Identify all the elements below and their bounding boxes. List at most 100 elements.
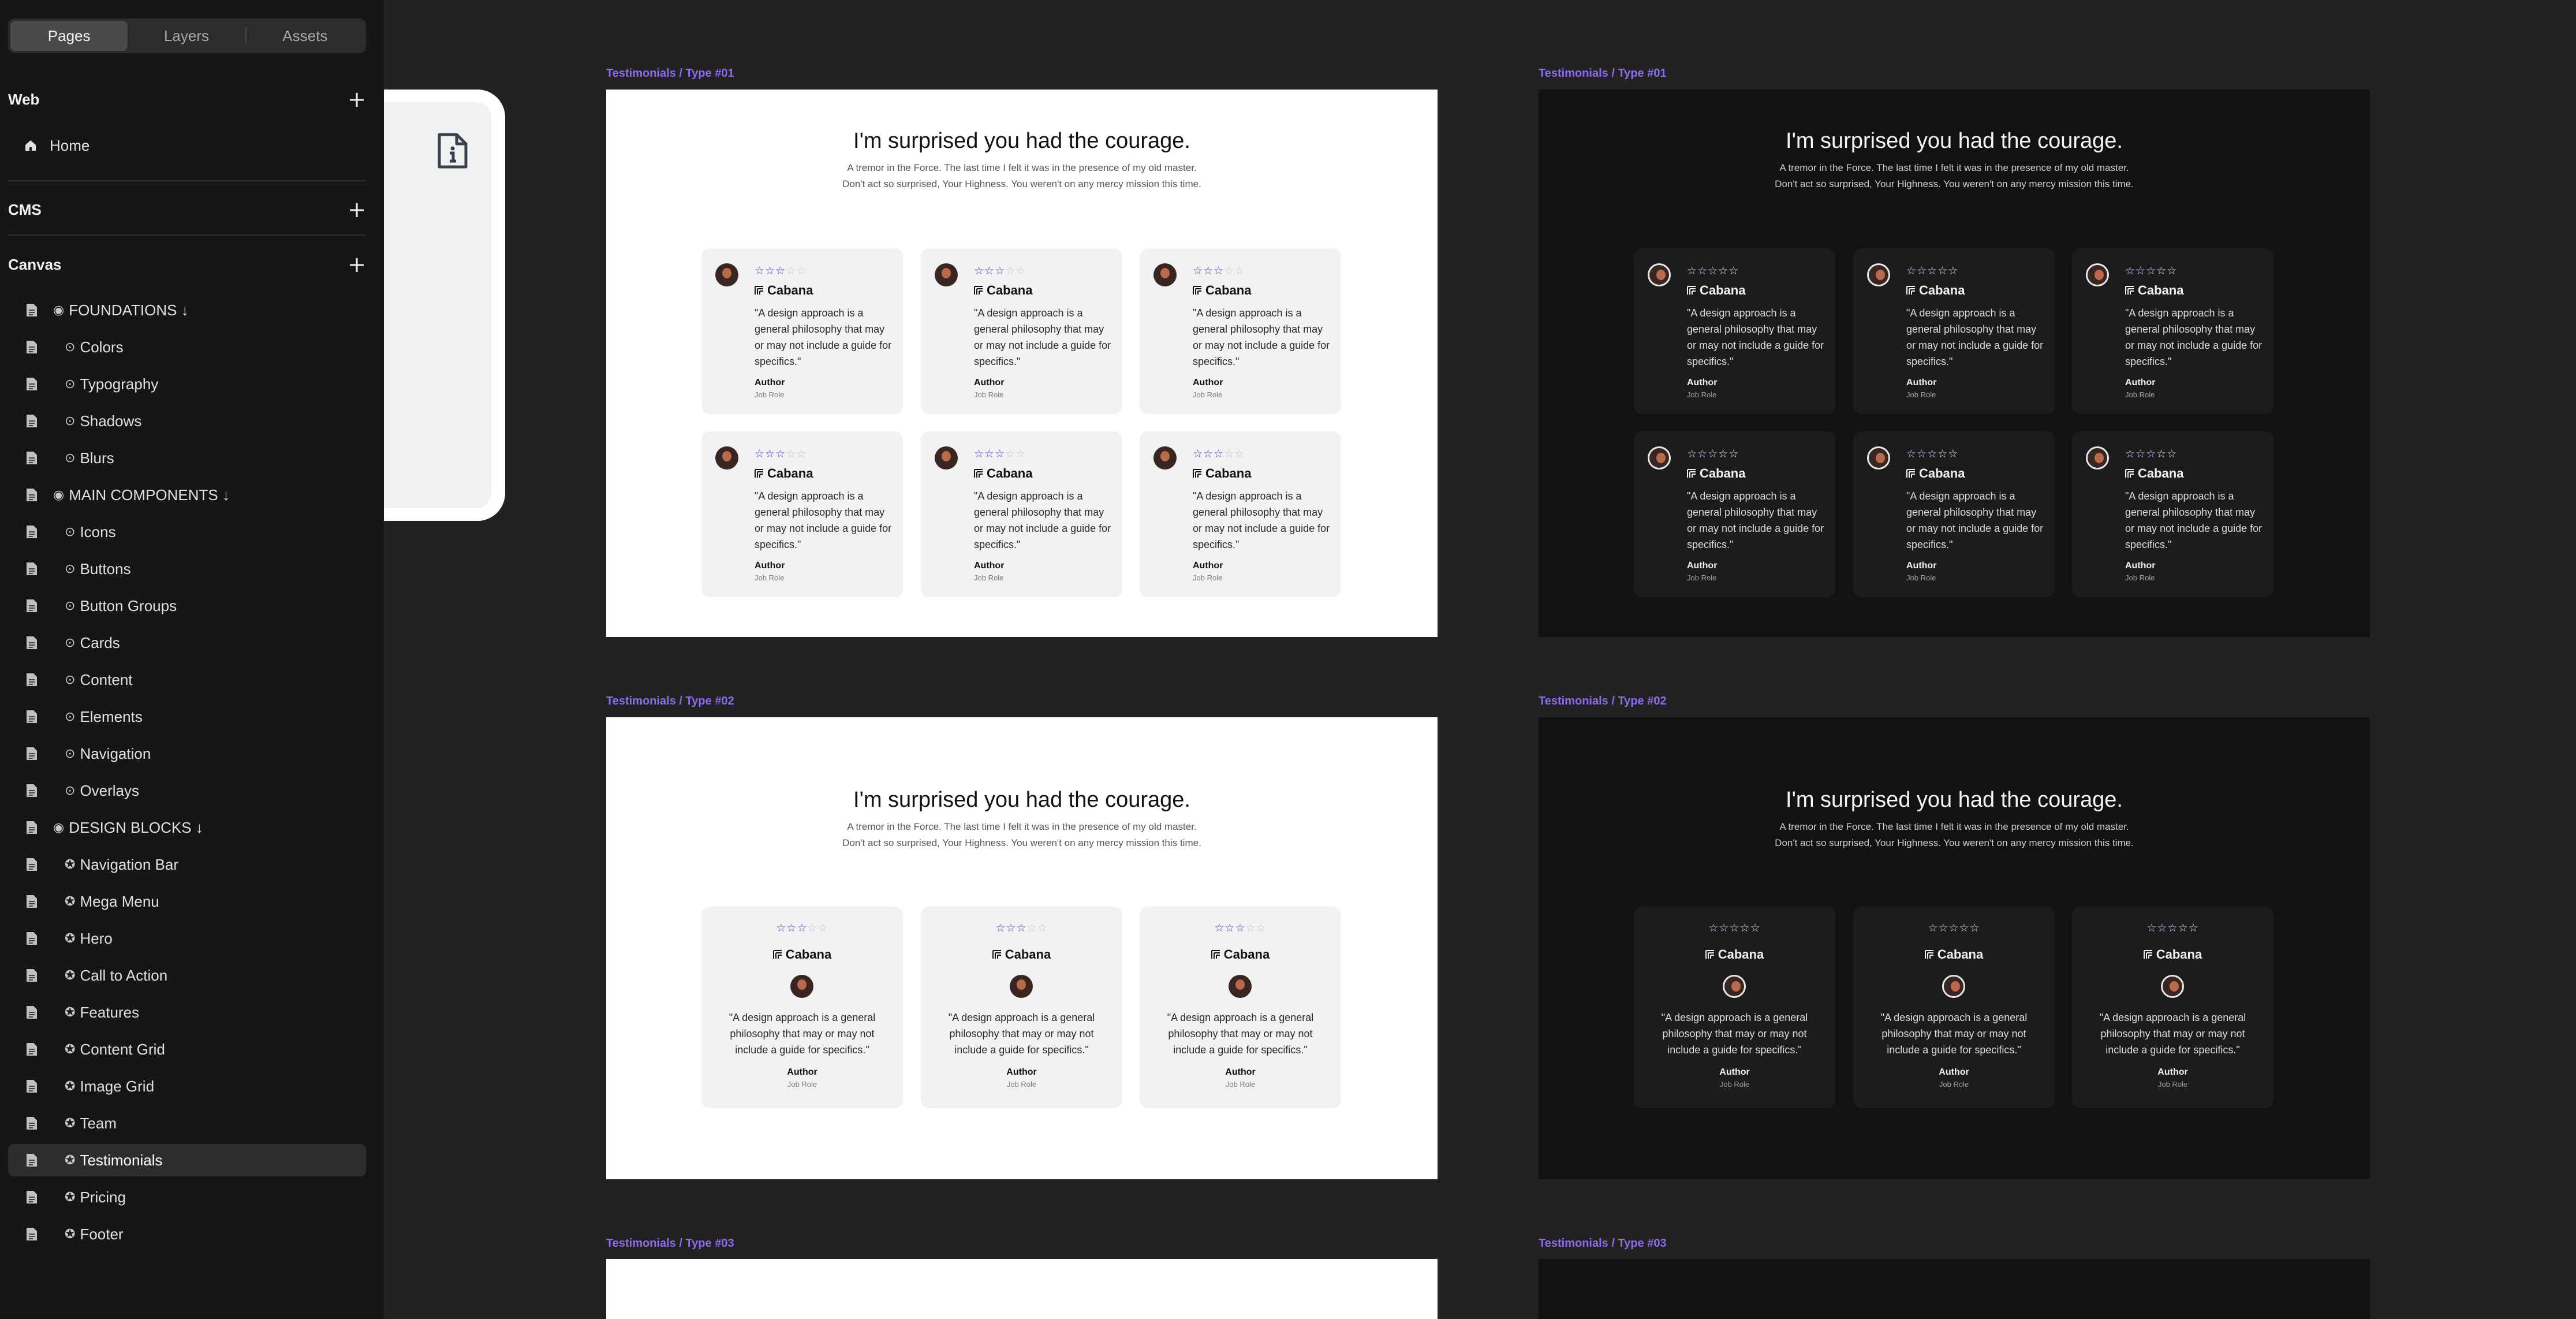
sidebar-item-overlays[interactable]: ⊙ Overlays: [8, 774, 366, 807]
brand-name: Cabana: [1223, 947, 1270, 962]
section-subtitle-line1: A tremor in the Force. The last time I f…: [1779, 162, 2129, 173]
avatar: [1942, 975, 1965, 998]
testimonial-card[interactable]: ☆☆☆☆☆ Cabana "A design approach is a gener…: [1634, 248, 1835, 414]
sidebar-item-team[interactable]: ✪ Team: [8, 1107, 366, 1139]
sidebar-item-blurs[interactable]: ⊙ Blurs: [8, 442, 366, 474]
sidebar-item-features[interactable]: ✪ Features: [8, 996, 366, 1029]
testimonial-card[interactable]: ☆☆☆☆☆ Cabana "A design approach is a gener…: [921, 907, 1122, 1108]
sidebar-item-navigation[interactable]: ⊙ Navigation: [8, 737, 366, 770]
brand-mark-icon: [2143, 950, 2152, 959]
section-web-header: Web +: [8, 88, 366, 111]
tab-layers[interactable]: Layers: [128, 21, 245, 51]
brand-logo: Cabana: [1140, 947, 1341, 962]
frame-label-type-03[interactable]: Testimonials / Type #03: [1539, 1237, 1667, 1250]
testimonial-card[interactable]: ☆☆☆☆☆ Cabana "A design approach is a gener…: [1140, 431, 1341, 597]
tree-marker-icon: ⊙: [65, 783, 76, 798]
testimonial-card[interactable]: ☆☆☆☆☆ Cabana "A design approach is a gener…: [1853, 431, 2055, 597]
sidebar-item-button-groups[interactable]: ⊙ Button Groups: [8, 590, 366, 622]
sidebar-item-mega-menu[interactable]: ✪ Mega Menu: [8, 885, 366, 918]
testimonial-card[interactable]: ☆☆☆☆☆ Cabana "A design approach is a gener…: [1853, 248, 2055, 414]
testimonial-card[interactable]: ☆☆☆☆☆ Cabana "A design approach is a gener…: [1634, 907, 1835, 1108]
testimonial-card[interactable]: ☆☆☆☆☆ Cabana "A design approach is a gener…: [1634, 431, 1835, 597]
sidebar-item-navigation-bar[interactable]: ✪ Navigation Bar: [8, 848, 366, 881]
device-preview-frame[interactable]: [384, 90, 505, 521]
testimonial-card[interactable]: ☆☆☆☆☆ Cabana "A design approach is a gener…: [701, 248, 903, 414]
sidebar-item-design-blocks[interactable]: ◉ DESIGN BLOCKS ↓: [8, 811, 366, 844]
sidebar-item-main-components[interactable]: ◉ MAIN COMPONENTS ↓: [8, 479, 366, 511]
testimonial-card[interactable]: ☆☆☆☆☆ Cabana "A design approach is a gener…: [2072, 431, 2273, 597]
rating-stars-icon: ☆☆☆☆☆: [1928, 922, 1980, 934]
testimonials-type-02-frame-light[interactable]: I'm surprised you had the courage. A trem…: [606, 717, 1438, 1179]
brand-name: Cabana: [2138, 466, 2184, 480]
testimonials-type-02-frame-dark[interactable]: I'm surprised you had the courage. A trem…: [1539, 717, 2370, 1179]
testimonial-card[interactable]: ☆☆☆☆☆ Cabana "A design approach is a gener…: [921, 248, 1122, 414]
tree-marker-icon: ⊙: [65, 561, 76, 576]
frame-label-type-03[interactable]: Testimonials / Type #03: [606, 1237, 734, 1250]
sidebar-item-typography[interactable]: ⊙ Typography: [8, 368, 366, 400]
rating-stars-icon: ☆☆☆☆☆: [1906, 448, 1959, 460]
sidebar-item-content[interactable]: ⊙ Content: [8, 664, 366, 696]
tab-assets[interactable]: Assets: [247, 21, 364, 51]
testimonials-type-03-frame-dark[interactable]: [1539, 1259, 2370, 1319]
brand-mark-icon: [1906, 469, 1915, 478]
frame-label-type-02[interactable]: Testimonials / Type #02: [606, 695, 734, 708]
testimonial-card[interactable]: ☆☆☆☆☆ Cabana "A design approach is a gener…: [1140, 907, 1341, 1108]
tree-marker-icon: ⊙: [65, 377, 76, 392]
page-icon: [27, 526, 37, 538]
brand-logo: Cabana: [755, 466, 813, 481]
brand-logo: Cabana: [1906, 466, 1965, 481]
sidebar-item-call-to-action[interactable]: ✪ Call to Action: [8, 959, 366, 992]
rating-stars-icon: ☆☆☆☆☆: [755, 264, 807, 277]
sidebar-tabs: Pages Layers Assets: [8, 18, 366, 53]
brand-name: Cabana: [987, 283, 1033, 297]
sidebar-item-footer[interactable]: ✪ Footer: [8, 1218, 366, 1250]
author-name: Author: [1687, 561, 1718, 571]
sidebar-item-pricing[interactable]: ✪ Pricing: [8, 1181, 366, 1213]
sidebar-item-image-grid[interactable]: ✪ Image Grid: [8, 1070, 366, 1102]
rating-stars-icon: ☆☆☆☆☆: [974, 448, 1026, 460]
sidebar-item-shadows[interactable]: ⊙ Shadows: [8, 405, 366, 437]
sidebar-item-colors[interactable]: ⊙ Colors: [8, 331, 366, 363]
section-subtitle-line2: Don't act so surprised, Your Highness. Y…: [842, 837, 1201, 848]
testimonial-card[interactable]: ☆☆☆☆☆ Cabana "A design approach is a gener…: [921, 431, 1122, 597]
sidebar-item-elements[interactable]: ⊙ Elements: [8, 701, 366, 733]
avatar: [1648, 446, 1671, 470]
brand-logo: Cabana: [1193, 283, 1251, 298]
testimonial-card[interactable]: ☆☆☆☆☆ Cabana "A design approach is a gener…: [1140, 248, 1341, 414]
testimonial-card[interactable]: ☆☆☆☆☆ Cabana "A design approach is a gener…: [701, 907, 903, 1108]
testimonial-card[interactable]: ☆☆☆☆☆ Cabana "A design approach is a gener…: [2072, 907, 2273, 1108]
section-cms-title: CMS: [8, 200, 42, 218]
testimonial-card[interactable]: ☆☆☆☆☆ Cabana "A design approach is a gener…: [2072, 248, 2273, 414]
brand-mark-icon: [1924, 950, 1933, 959]
author-name: Author: [1719, 1067, 1750, 1077]
testimonial-card[interactable]: ☆☆☆☆☆ Cabana "A design approach is a gener…: [701, 431, 903, 597]
sidebar-item-hero[interactable]: ✪ Hero: [8, 922, 366, 955]
frame-label-type-01[interactable]: Testimonials / Type #01: [1539, 67, 1667, 80]
frame-label-type-02[interactable]: Testimonials / Type #02: [1539, 695, 1667, 708]
sidebar-item-buttons[interactable]: ⊙ Buttons: [8, 553, 366, 585]
rating-stars-icon: ☆☆☆☆☆: [776, 922, 828, 934]
brand-name: Cabana: [1205, 283, 1252, 297]
testimonials-type-01-frame-dark[interactable]: I'm surprised you had the courage. A trem…: [1539, 90, 2370, 637]
tab-pages[interactable]: Pages: [10, 21, 128, 51]
sidebar-item-label: Navigation Bar: [80, 855, 178, 873]
sidebar-item-label: Mega Menu: [80, 892, 159, 910]
page-icon: [27, 562, 37, 575]
sidebar-item-label: Testimonials: [80, 1151, 163, 1169]
sidebar-item-content-grid[interactable]: ✪ Content Grid: [8, 1033, 366, 1065]
add-web-page-icon[interactable]: +: [348, 88, 366, 110]
avatar: [1229, 975, 1252, 998]
sidebar-item-label: Content: [80, 670, 133, 688]
sidebar-item-testimonials[interactable]: ✪ Testimonials: [8, 1144, 366, 1176]
sidebar-item-cards[interactable]: ⊙ Cards: [8, 627, 366, 659]
testimonials-type-03-frame-light[interactable]: [606, 1259, 1438, 1319]
sidebar-item-icons[interactable]: ⊙ Icons: [8, 516, 366, 548]
sidebar-item-home[interactable]: Home: [8, 134, 366, 157]
frame-label-type-01[interactable]: Testimonials / Type #01: [606, 67, 734, 80]
tree-marker-icon: ⊙: [65, 598, 76, 613]
add-cms-collection-icon[interactable]: +: [348, 199, 366, 221]
add-canvas-page-icon[interactable]: +: [348, 254, 366, 275]
sidebar-item-foundations[interactable]: ◉ FOUNDATIONS ↓: [8, 294, 366, 326]
testimonials-type-01-frame-light[interactable]: I'm surprised you had the courage. A trem…: [606, 90, 1438, 637]
testimonial-card[interactable]: ☆☆☆☆☆ Cabana "A design approach is a gener…: [1853, 907, 2055, 1108]
